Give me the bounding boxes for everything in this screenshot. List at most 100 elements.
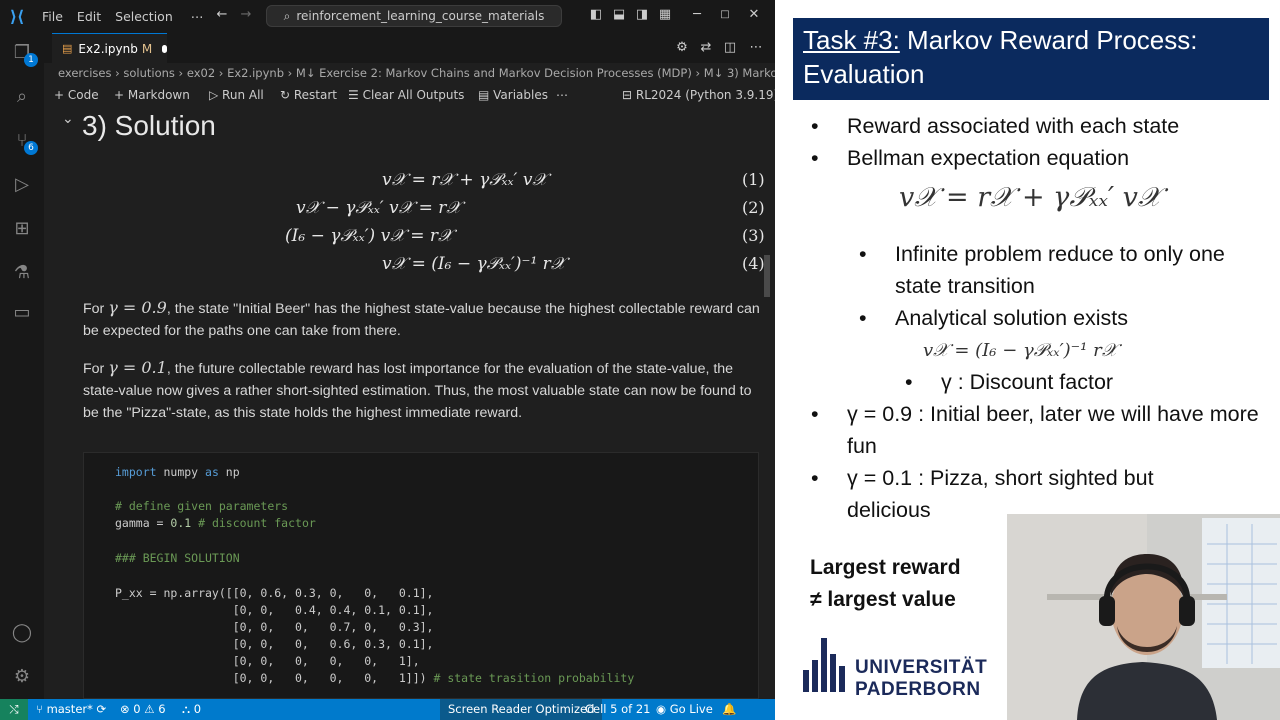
- source-control-icon[interactable]: ⑂ 6: [10, 129, 38, 155]
- vscode-logo-icon[interactable]: ⟩⟨: [6, 6, 28, 28]
- breadcrumb-exercises[interactable]: exercises: [58, 66, 111, 80]
- bellman-formula: v𝒳 = r𝒳 + γ𝒫ₓₓ′ v𝒳: [899, 182, 1162, 213]
- remote-explorer-icon[interactable]: ▭: [10, 301, 34, 325]
- sub-bullet-analytical: • Analytical solution exists: [859, 306, 1129, 330]
- screen-reader-mode[interactable]: Screen Reader Optimized: [440, 699, 603, 720]
- accounts-icon[interactable]: ◯: [10, 621, 34, 645]
- back-arrow-icon[interactable]: ←: [214, 7, 230, 23]
- toggle-sidebar-icon[interactable]: ◧: [588, 7, 604, 23]
- code-line-pxx-3: [0, 0, 0, 0.7, 0, 0.3],: [115, 620, 434, 634]
- more-actions-icon[interactable]: ⋯: [748, 40, 764, 56]
- menu-file[interactable]: File: [42, 9, 63, 24]
- subsub-bullet-discount: • γ : Discount factor: [905, 370, 1114, 394]
- tab-label: Ex2.ipynb: [78, 41, 138, 56]
- analytical-formula: v𝒳 = (I₆ − γ𝒫ₓₓ′)⁻¹ r𝒳: [923, 340, 1118, 361]
- add-markdown-button[interactable]: + Markdown: [114, 88, 190, 102]
- bell-icon[interactable]: 🔔: [722, 702, 736, 716]
- bullet-gamma-09: • γ = 0.9 : Initial beer, later we will h…: [811, 402, 1259, 458]
- sub-bullet-infinite: • Infinite problem reduce to only one sta…: [859, 242, 1225, 298]
- equation-1-number: (1): [742, 170, 765, 189]
- status-bar: ⤭ ⑂ master* ⟳ ⊗ 0 ⚠ 6 ⛬ 0 Screen Reader …: [0, 699, 775, 720]
- breadcrumb-section[interactable]: M↓ 3) Markov Rewa: [704, 66, 775, 80]
- menu-selection[interactable]: Selection: [115, 9, 173, 24]
- tab-modified-flag: M: [141, 41, 153, 56]
- variables-button[interactable]: ▤ Variables: [478, 88, 548, 102]
- go-live-button[interactable]: ◉ Go Live: [656, 702, 713, 716]
- run-all-button[interactable]: ▷ Run All: [209, 88, 264, 102]
- clear-outputs-button[interactable]: ☰ Clear All Outputs: [348, 88, 464, 102]
- code-line-pxx-1: P_xx = np.array([[0, 0.6, 0.3, 0, 0, 0.1…: [115, 586, 434, 600]
- search-icon[interactable]: ⌕: [10, 85, 34, 109]
- add-code-button[interactable]: + Code: [54, 88, 99, 102]
- problems-indicator[interactable]: ⊗ 0 ⚠ 6: [120, 702, 166, 716]
- code-line-pxx-4: [0, 0, 0, 0.6, 0.3, 0.1],: [115, 637, 434, 651]
- manage-gear-icon[interactable]: ⚙: [10, 665, 34, 689]
- remote-indicator-icon[interactable]: ⤭: [0, 699, 28, 720]
- breadcrumb-ex02[interactable]: ex02: [187, 66, 215, 80]
- paragraph-gamma-09: For γ = 0.9, the state "Initial Beer" ha…: [83, 298, 760, 339]
- paragraph-gamma-01: For γ = 0.1, the future collectable rewa…: [83, 358, 752, 421]
- highlight-line-1: Largest reward: [810, 556, 961, 579]
- equation-3-number: (3): [742, 226, 765, 245]
- presentation-slide: Task #3: Markov Reward Process: Evaluati…: [775, 0, 1280, 720]
- kernel-picker[interactable]: ⊟ RL2024 (Python 3.9.19): [622, 88, 775, 102]
- webcam-video: [1007, 514, 1280, 720]
- extensions-icon[interactable]: ⊞: [10, 217, 34, 241]
- customize-layout-icon[interactable]: ▦: [657, 7, 673, 23]
- bullet-bellman: • Bellman expectation equation: [811, 146, 1130, 170]
- settings-gear-icon[interactable]: ⚙: [674, 40, 690, 56]
- code-line-comment: # define given parameters: [115, 499, 289, 513]
- unsaved-dot-icon[interactable]: [162, 44, 167, 53]
- vscode-window: ⟩⟨ File Edit Selection ⋯ ← → ⌕ reinforce…: [0, 0, 775, 720]
- notebook-toolbar: + Code + Markdown ▷ Run All ↻ Restart ☰ …: [44, 85, 775, 107]
- run-debug-icon[interactable]: ▷: [10, 173, 34, 197]
- code-line-pxx-2: [0, 0, 0.4, 0.4, 0.1, 0.1],: [115, 603, 434, 617]
- activity-bar: ❐ 1 ⌕ ⑂ 6 ▷ ⊞ ⚗ ▭ ◯ ⚙: [0, 33, 44, 699]
- branch-indicator[interactable]: ⑂ master* ⟳: [36, 702, 106, 716]
- explorer-badge: 1: [24, 53, 38, 67]
- explorer-icon[interactable]: ❐ 1: [10, 41, 38, 67]
- testing-flask-icon[interactable]: ⚗: [10, 261, 34, 285]
- toolbar-more-button[interactable]: ⋯: [556, 88, 568, 102]
- workspace-name: reinforcement_learning_course_materials: [296, 9, 545, 23]
- cell-position[interactable]: Cell 5 of 21: [585, 702, 651, 716]
- menu-more[interactable]: ⋯: [191, 9, 204, 24]
- code-line-pxx-5: [0, 0, 0, 0, 0, 1],: [115, 654, 420, 668]
- equation-2: v𝒳 − γ𝒫ₓₓ′ v𝒳 = r𝒳: [296, 198, 462, 218]
- toggle-panel-icon[interactable]: ⬓: [611, 7, 627, 23]
- code-cell[interactable]: import numpy as np # define given parame…: [83, 452, 759, 699]
- university-name: UNIVERSITÄT PADERBORN: [855, 657, 988, 700]
- highlight-box: Largest reward ≠ largest value: [810, 552, 961, 616]
- equation-2-number: (2): [742, 198, 765, 217]
- editor-scrollbar[interactable]: [764, 255, 770, 297]
- notebook-editor[interactable]: ⌄ 3) Solution v𝒳 = r𝒳 + γ𝒫ₓₓ′ v𝒳 (1) v𝒳 …: [44, 108, 775, 699]
- university-logo-icon: [803, 638, 845, 692]
- code-line-pxx-6: [0, 0, 0, 0, 0, 1]]) # state trasition p…: [115, 671, 635, 685]
- compare-icon[interactable]: ⇄: [698, 40, 714, 56]
- breadcrumb: exercises › solutions › ex02 › Ex2.ipynb…: [58, 66, 775, 82]
- restart-button[interactable]: ↻ Restart: [280, 88, 337, 102]
- minimize-icon[interactable]: ─: [689, 7, 705, 23]
- collapse-chevron-icon[interactable]: ⌄: [62, 111, 74, 127]
- maximize-icon[interactable]: □: [717, 7, 733, 23]
- menu-edit[interactable]: Edit: [77, 9, 101, 24]
- command-center-search[interactable]: ⌕ reinforcement_learning_course_material…: [266, 5, 562, 27]
- breadcrumb-solutions[interactable]: solutions: [123, 66, 175, 80]
- split-editor-icon[interactable]: ◫: [722, 40, 738, 56]
- forward-arrow-icon[interactable]: →: [238, 7, 254, 23]
- equation-4: v𝒳 = (I₆ − γ𝒫ₓₓ′)⁻¹ r𝒳: [382, 254, 566, 274]
- code-line-gamma: gamma = 0.1 # discount factor: [115, 516, 316, 530]
- highlight-line-2: ≠ largest value: [810, 588, 956, 611]
- equation-3: (I₆ − γ𝒫ₓₓ′) v𝒳 = r𝒳: [285, 226, 453, 246]
- close-icon[interactable]: ✕: [746, 7, 762, 23]
- breadcrumb-file[interactable]: Ex2.ipynb: [227, 66, 284, 80]
- equation-1: v𝒳 = r𝒳 + γ𝒫ₓₓ′ v𝒳: [382, 170, 548, 190]
- ports-indicator[interactable]: ⛬ 0: [182, 702, 201, 717]
- tab-ex2-ipynb[interactable]: ▤ Ex2.ipynb M: [52, 33, 167, 63]
- breadcrumb-exercise-heading[interactable]: M↓ Exercise 2: Markov Chains and Markov …: [296, 66, 692, 80]
- notebook-file-icon: ▤: [62, 42, 73, 55]
- code-line-begin-solution: ### BEGIN SOLUTION: [115, 551, 240, 565]
- slide-title: Task #3: Markov Reward Process: Evaluati…: [793, 18, 1269, 100]
- section-heading: 3) Solution: [82, 110, 216, 141]
- toggle-secondary-sidebar-icon[interactable]: ◨: [634, 7, 650, 23]
